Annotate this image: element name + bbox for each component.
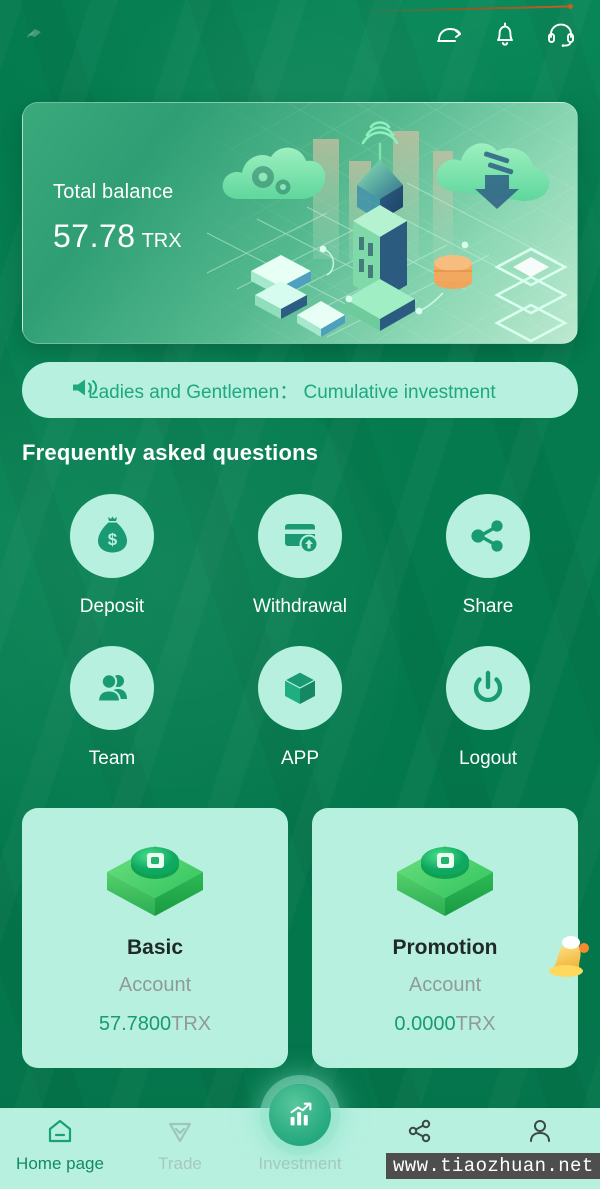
account-subtitle: Account bbox=[119, 974, 191, 997]
account-value-unit: TRX bbox=[171, 1013, 211, 1035]
brand-logo-icon bbox=[22, 23, 48, 45]
action-icon-wrap bbox=[446, 646, 530, 730]
account-name: Basic bbox=[127, 936, 183, 960]
action-app[interactable]: APP bbox=[206, 646, 394, 770]
balance-amount: 57.78 TRX bbox=[53, 218, 182, 255]
nav-item-trade[interactable]: Trade bbox=[120, 1116, 240, 1174]
action-label: Deposit bbox=[80, 596, 144, 618]
action-label: Team bbox=[89, 748, 135, 770]
cube-icon bbox=[278, 666, 322, 710]
balance-illustration bbox=[197, 103, 577, 344]
account-subtitle: Account bbox=[409, 974, 481, 997]
nav-item-profile[interactable] bbox=[480, 1116, 600, 1154]
account-slab-icon bbox=[99, 832, 211, 924]
investment-fab[interactable] bbox=[269, 1084, 331, 1146]
power-icon bbox=[466, 666, 510, 710]
chart-up-icon bbox=[284, 1099, 316, 1131]
site-watermark: www.tiaozhuan.net bbox=[386, 1153, 600, 1179]
svg-text:$: $ bbox=[108, 530, 118, 549]
action-icon-wrap bbox=[258, 646, 342, 730]
nav-label: Investment bbox=[258, 1154, 341, 1174]
action-label: APP bbox=[281, 748, 319, 770]
action-withdrawal[interactable]: Withdrawal bbox=[206, 494, 394, 618]
action-label: Logout bbox=[459, 748, 517, 770]
account-value: 0.0000TRX bbox=[394, 1013, 495, 1036]
account-card-promotion[interactable]: Promotion Account 0.0000TRX bbox=[312, 808, 578, 1068]
bell-icon[interactable] bbox=[488, 17, 522, 51]
nav-item-share[interactable] bbox=[360, 1116, 480, 1154]
trade-icon bbox=[165, 1116, 195, 1146]
home-page: Total balance 57.78 TRX Ladies and Gentle… bbox=[0, 0, 600, 1189]
account-card-basic[interactable]: Basic Account 57.7800TRX bbox=[22, 808, 288, 1068]
faq-section-title: Frequently asked questions bbox=[22, 440, 578, 466]
action-label: Withdrawal bbox=[253, 596, 347, 618]
nav-label: Trade bbox=[158, 1154, 202, 1174]
total-balance-card[interactable]: Total balance 57.78 TRX bbox=[22, 102, 578, 344]
share-nodes-icon bbox=[466, 514, 510, 558]
action-icon-wrap bbox=[70, 646, 154, 730]
account-value-number: 0.0000 bbox=[394, 1013, 455, 1035]
action-label: Share bbox=[463, 596, 514, 618]
language-icon[interactable] bbox=[432, 17, 466, 51]
header-icon-group bbox=[432, 17, 578, 51]
announcement-text: Ladies and Gentlemen： Cumulative investm… bbox=[84, 377, 496, 404]
account-name: Promotion bbox=[393, 936, 498, 960]
home-icon bbox=[45, 1116, 75, 1146]
users-icon bbox=[90, 666, 134, 710]
nav-item-home[interactable]: Home page bbox=[0, 1116, 120, 1174]
announcement-marquee: Ladies and Gentlemen： Cumulative investm… bbox=[84, 377, 578, 404]
account-value-unit: TRX bbox=[456, 1013, 496, 1035]
speaker-icon bbox=[70, 377, 100, 404]
action-deposit[interactable]: $ Deposit bbox=[18, 494, 206, 618]
account-cards: Basic Account 57.7800TRX bbox=[22, 808, 578, 1068]
account-slab-icon bbox=[389, 832, 501, 924]
action-logout[interactable]: Logout bbox=[394, 646, 582, 770]
bell-sticker-icon bbox=[538, 928, 596, 986]
balance-amount-value: 57.78 bbox=[53, 218, 136, 254]
action-icon-wrap bbox=[446, 494, 530, 578]
account-value-number: 57.7800 bbox=[99, 1013, 171, 1035]
quick-actions-grid: $ Deposit Withdrawal bbox=[0, 494, 600, 770]
announcement-banner[interactable]: Ladies and Gentlemen： Cumulative investm… bbox=[22, 362, 578, 418]
action-icon-wrap bbox=[258, 494, 342, 578]
action-share[interactable]: Share bbox=[394, 494, 582, 618]
balance-currency: TRX bbox=[142, 230, 182, 252]
card-withdraw-icon bbox=[278, 514, 322, 558]
share-icon bbox=[405, 1116, 435, 1146]
action-team[interactable]: Team bbox=[18, 646, 206, 770]
balance-label: Total balance bbox=[53, 181, 182, 204]
user-icon bbox=[525, 1116, 555, 1146]
balance-text-block: Total balance 57.78 TRX bbox=[53, 181, 182, 255]
account-value: 57.7800TRX bbox=[99, 1013, 211, 1036]
headset-icon[interactable] bbox=[544, 17, 578, 51]
nav-label: Home page bbox=[16, 1154, 104, 1174]
money-bag-icon: $ bbox=[90, 514, 134, 558]
nav-item-investment[interactable]: Investment bbox=[240, 1116, 360, 1174]
app-header bbox=[0, 0, 600, 68]
action-icon-wrap: $ bbox=[70, 494, 154, 578]
